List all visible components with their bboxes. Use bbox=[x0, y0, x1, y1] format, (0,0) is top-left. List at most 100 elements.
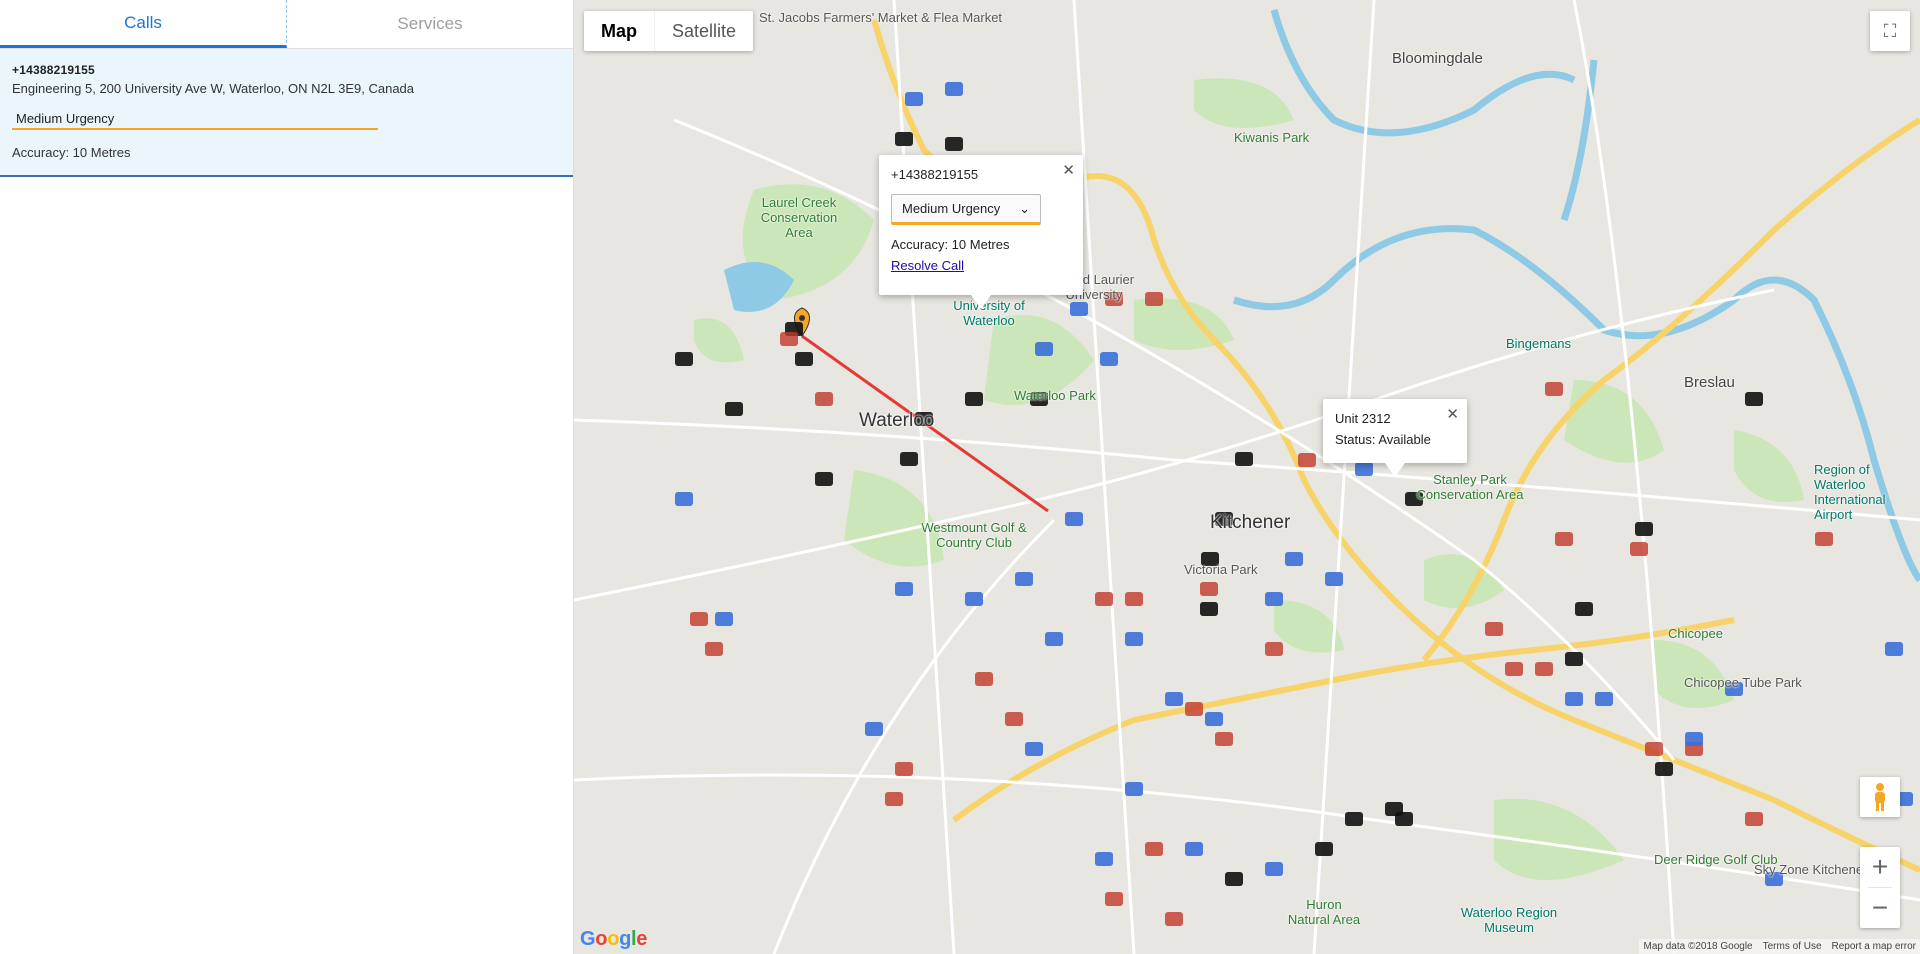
ambulance-unit-marker[interactable] bbox=[1630, 542, 1648, 556]
fire-unit-marker[interactable] bbox=[915, 412, 933, 426]
ambulance-unit-marker[interactable] bbox=[885, 792, 903, 806]
police-unit-marker[interactable] bbox=[1185, 842, 1203, 856]
ambulance-unit-marker[interactable] bbox=[1095, 592, 1113, 606]
fire-unit-marker[interactable] bbox=[1201, 552, 1219, 566]
police-unit-marker[interactable] bbox=[675, 492, 693, 506]
police-unit-marker[interactable] bbox=[905, 92, 923, 106]
police-unit-marker[interactable] bbox=[1725, 682, 1743, 696]
police-unit-marker[interactable] bbox=[1355, 462, 1373, 476]
ambulance-unit-marker[interactable] bbox=[1535, 662, 1553, 676]
close-icon[interactable]: ✕ bbox=[1062, 161, 1075, 179]
police-unit-marker[interactable] bbox=[1265, 592, 1283, 606]
police-unit-marker[interactable] bbox=[965, 592, 983, 606]
ambulance-unit-marker[interactable] bbox=[975, 672, 993, 686]
fire-unit-marker[interactable] bbox=[1635, 522, 1653, 536]
fire-unit-marker[interactable] bbox=[1225, 872, 1243, 886]
police-unit-marker[interactable] bbox=[1205, 712, 1223, 726]
ambulance-unit-marker[interactable] bbox=[1265, 642, 1283, 656]
street-view-button[interactable] bbox=[1860, 777, 1900, 817]
fire-unit-marker[interactable] bbox=[675, 352, 693, 366]
ambulance-unit-marker[interactable] bbox=[1145, 292, 1163, 306]
police-unit-marker[interactable] bbox=[1025, 742, 1043, 756]
fire-unit-marker[interactable] bbox=[1345, 812, 1363, 826]
ambulance-unit-marker[interactable] bbox=[1145, 842, 1163, 856]
police-unit-marker[interactable] bbox=[1265, 862, 1283, 876]
ambulance-unit-marker[interactable] bbox=[780, 332, 798, 346]
police-unit-marker[interactable] bbox=[1035, 342, 1053, 356]
ambulance-unit-marker[interactable] bbox=[1545, 382, 1563, 396]
fire-unit-marker[interactable] bbox=[795, 352, 813, 366]
ambulance-unit-marker[interactable] bbox=[1215, 732, 1233, 746]
police-unit-marker[interactable] bbox=[1285, 552, 1303, 566]
fire-unit-marker[interactable] bbox=[815, 472, 833, 486]
fire-unit-marker[interactable] bbox=[1315, 842, 1333, 856]
police-unit-marker[interactable] bbox=[1165, 692, 1183, 706]
fire-unit-marker[interactable] bbox=[945, 137, 963, 151]
map-canvas[interactable] bbox=[574, 0, 1920, 954]
police-unit-marker[interactable] bbox=[715, 612, 733, 626]
fire-unit-marker[interactable] bbox=[725, 402, 743, 416]
fire-unit-marker[interactable] bbox=[1200, 602, 1218, 616]
report-error-link[interactable]: Report a map error bbox=[1832, 941, 1916, 952]
fire-unit-marker[interactable] bbox=[895, 132, 913, 146]
fire-unit-marker[interactable] bbox=[1030, 392, 1048, 406]
ambulance-unit-marker[interactable] bbox=[1125, 592, 1143, 606]
terms-link[interactable]: Terms of Use bbox=[1763, 941, 1822, 952]
fire-unit-marker[interactable] bbox=[1575, 602, 1593, 616]
ambulance-unit-marker[interactable] bbox=[1105, 892, 1123, 906]
fire-unit-marker[interactable] bbox=[1405, 492, 1423, 506]
police-unit-marker[interactable] bbox=[945, 82, 963, 96]
tab-services[interactable]: Services bbox=[287, 0, 573, 48]
police-unit-marker[interactable] bbox=[1065, 512, 1083, 526]
ambulance-unit-marker[interactable] bbox=[895, 762, 913, 776]
tab-calls[interactable]: Calls bbox=[0, 0, 287, 48]
fire-unit-marker[interactable] bbox=[1215, 512, 1233, 526]
police-unit-marker[interactable] bbox=[865, 722, 883, 736]
police-unit-marker[interactable] bbox=[1045, 632, 1063, 646]
police-unit-marker[interactable] bbox=[1125, 782, 1143, 796]
police-unit-marker[interactable] bbox=[1325, 572, 1343, 586]
map-view[interactable]: St. Jacobs Farmers' Market & Flea Market… bbox=[574, 0, 1920, 954]
ambulance-unit-marker[interactable] bbox=[1005, 712, 1023, 726]
ambulance-unit-marker[interactable] bbox=[1200, 582, 1218, 596]
urgency-select[interactable]: Medium Urgency bbox=[12, 108, 378, 130]
ambulance-unit-marker[interactable] bbox=[1165, 912, 1183, 926]
police-unit-marker[interactable] bbox=[1095, 852, 1113, 866]
map-type-satellite-button[interactable]: Satellite bbox=[654, 11, 753, 51]
police-unit-marker[interactable] bbox=[1595, 692, 1613, 706]
call-card[interactable]: +14388219155 Engineering 5, 200 Universi… bbox=[0, 49, 573, 177]
police-unit-marker[interactable] bbox=[1100, 352, 1118, 366]
police-unit-marker[interactable] bbox=[1685, 732, 1703, 746]
police-unit-marker[interactable] bbox=[1015, 572, 1033, 586]
ambulance-unit-marker[interactable] bbox=[1555, 532, 1573, 546]
ambulance-unit-marker[interactable] bbox=[1645, 742, 1663, 756]
ambulance-unit-marker[interactable] bbox=[815, 392, 833, 406]
zoom-out-button[interactable]: − bbox=[1860, 888, 1900, 928]
fire-unit-marker[interactable] bbox=[1395, 812, 1413, 826]
fire-unit-marker[interactable] bbox=[1745, 392, 1763, 406]
police-unit-marker[interactable] bbox=[895, 582, 913, 596]
police-unit-marker[interactable] bbox=[1765, 872, 1783, 886]
close-icon[interactable]: ✕ bbox=[1446, 405, 1459, 423]
ambulance-unit-marker[interactable] bbox=[1105, 292, 1123, 306]
resolve-call-link[interactable]: Resolve Call bbox=[891, 258, 964, 273]
fire-unit-marker[interactable] bbox=[1655, 762, 1673, 776]
police-unit-marker[interactable] bbox=[1125, 632, 1143, 646]
fire-unit-marker[interactable] bbox=[1565, 652, 1583, 666]
police-unit-marker[interactable] bbox=[1885, 642, 1903, 656]
police-unit-marker[interactable] bbox=[1565, 692, 1583, 706]
fullscreen-button[interactable]: ⛶ bbox=[1870, 11, 1910, 51]
ambulance-unit-marker[interactable] bbox=[1185, 702, 1203, 716]
police-unit-marker[interactable] bbox=[1070, 302, 1088, 316]
ambulance-unit-marker[interactable] bbox=[1745, 812, 1763, 826]
ambulance-unit-marker[interactable] bbox=[1298, 453, 1316, 467]
ambulance-unit-marker[interactable] bbox=[1505, 662, 1523, 676]
fire-unit-marker[interactable] bbox=[965, 392, 983, 406]
zoom-in-button[interactable]: + bbox=[1860, 847, 1900, 887]
ambulance-unit-marker[interactable] bbox=[1485, 622, 1503, 636]
ambulance-unit-marker[interactable] bbox=[1815, 532, 1833, 546]
fire-unit-marker[interactable] bbox=[900, 452, 918, 466]
iw-urgency-select[interactable]: Medium Urgency ⌄ bbox=[891, 194, 1041, 225]
ambulance-unit-marker[interactable] bbox=[705, 642, 723, 656]
ambulance-unit-marker[interactable] bbox=[690, 612, 708, 626]
